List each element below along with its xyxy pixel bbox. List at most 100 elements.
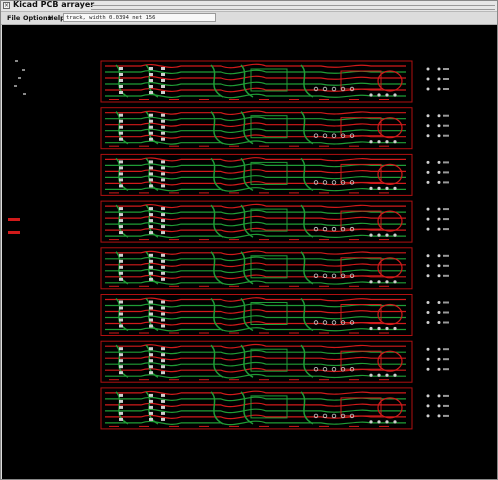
pcb-view[interactable] [2, 25, 497, 479]
pad [119, 411, 123, 415]
silk-mark [169, 425, 179, 427]
pad [119, 359, 123, 363]
pad [119, 253, 123, 257]
pad [149, 265, 153, 269]
pad [149, 353, 153, 357]
pad [119, 347, 123, 351]
silk-mark [349, 99, 359, 100]
via [393, 186, 397, 190]
via [385, 420, 389, 424]
silk-mark [169, 99, 179, 100]
title-bar[interactable]: × Kicad PCB arrayer [1, 0, 497, 12]
pad [443, 171, 449, 174]
ic-footprint [340, 257, 382, 277]
silk-mark [319, 425, 329, 427]
pad [426, 321, 430, 324]
pad [426, 217, 430, 221]
pad [426, 180, 430, 184]
pad [437, 207, 441, 211]
pad [426, 404, 430, 408]
pad [443, 301, 449, 304]
pad [161, 324, 165, 328]
silk-mark [349, 145, 359, 147]
pad [161, 125, 165, 129]
silk-mark [169, 379, 179, 381]
silk-mark [259, 99, 269, 100]
board-copy [100, 294, 449, 336]
pad [149, 312, 153, 316]
pad [149, 79, 153, 82]
pad [443, 208, 449, 211]
silk-mark [289, 285, 299, 287]
silk-mark [259, 425, 269, 427]
pad [443, 114, 449, 117]
via [369, 280, 373, 284]
menu-file[interactable]: File [5, 13, 22, 23]
pad [437, 114, 441, 118]
pad [443, 321, 449, 324]
pad [443, 311, 449, 314]
via [369, 420, 373, 424]
pad [119, 166, 123, 170]
pad [119, 417, 123, 421]
silk-mark [349, 332, 359, 334]
silk-mark [259, 285, 269, 287]
via [331, 413, 337, 419]
silk-mark [319, 332, 329, 334]
trace [210, 297, 224, 332]
pad [437, 87, 441, 91]
pad [119, 113, 123, 117]
via [393, 373, 397, 377]
pad [437, 170, 441, 174]
via [331, 226, 337, 232]
pad [119, 405, 123, 409]
via [385, 233, 389, 237]
pad [119, 184, 123, 188]
silk-mark [109, 332, 119, 334]
pad [119, 119, 123, 123]
via [331, 86, 337, 92]
connector-footprint [377, 70, 403, 92]
via [393, 233, 397, 237]
pad [437, 414, 441, 418]
pad [426, 134, 430, 138]
silk-mark [199, 425, 209, 427]
silk-mark [109, 239, 119, 241]
ic-footprint [340, 304, 382, 323]
pad [149, 417, 153, 421]
silk-mark [289, 239, 299, 241]
trace [105, 280, 406, 286]
silk-mark [229, 425, 239, 427]
pad [443, 78, 449, 80]
via [369, 326, 373, 331]
pad [119, 300, 123, 304]
pad [119, 271, 123, 275]
pad [437, 404, 441, 408]
pad [161, 137, 165, 141]
silk-mark [289, 145, 299, 147]
pad [161, 399, 165, 403]
pad [426, 414, 430, 418]
silk-mark [379, 239, 389, 241]
via [377, 93, 381, 97]
pad [119, 67, 123, 70]
pad [437, 124, 441, 128]
title-bar-grip [91, 5, 495, 10]
silk-mark [169, 332, 179, 334]
pad [426, 274, 430, 278]
ic-footprint [340, 163, 382, 183]
via [393, 93, 397, 97]
silk-mark [139, 379, 149, 381]
trace [300, 297, 314, 332]
silk-mark [289, 99, 299, 100]
connector-footprint [377, 350, 403, 372]
close-icon[interactable]: × [3, 2, 10, 9]
pad [149, 125, 153, 129]
pad [119, 207, 123, 211]
pad [443, 368, 449, 371]
pad [119, 365, 123, 369]
pad [119, 259, 123, 263]
pad [426, 264, 430, 268]
pad [149, 67, 153, 70]
pcb-canvas[interactable] [2, 25, 497, 479]
